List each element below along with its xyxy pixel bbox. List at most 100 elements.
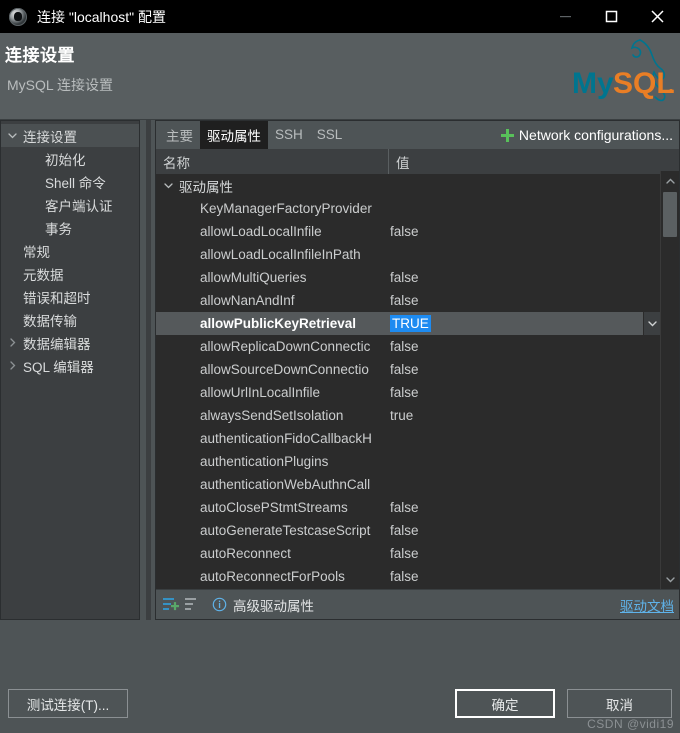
sidebar-item-6[interactable]: 元数据 (1, 262, 139, 285)
scrollbar-thumb[interactable] (663, 192, 677, 237)
close-button[interactable] (634, 0, 680, 33)
window-controls (542, 0, 680, 33)
table-row[interactable]: autoReconnect false (156, 542, 661, 565)
chevron-right-icon[interactable] (1, 360, 23, 371)
table-row[interactable]: allowLoadLocalInfileInPath (156, 243, 661, 266)
plus-icon (500, 128, 514, 142)
sidebar-item-label: 元数据 (23, 267, 64, 283)
table-row[interactable]: allowMultiQueries false (156, 266, 661, 289)
table-row[interactable]: allowPublicKeyRetrieval TRUE (156, 312, 661, 335)
property-name: autoReconnect (200, 546, 291, 561)
table-row[interactable]: KeyManagerFactoryProvider (156, 197, 661, 220)
property-name: allowNanAndInf (200, 293, 295, 308)
table-row[interactable]: alwaysSendSetIsolation true (156, 404, 661, 427)
sidebar-item-8[interactable]: 数据传输 (1, 308, 139, 331)
value-dropdown-button[interactable] (643, 312, 661, 335)
sidebar-item-7[interactable]: 错误和超时 (1, 285, 139, 308)
driver-properties-panel: 主要 驱动属性 SSH SSL Network configurations..… (155, 120, 680, 620)
cancel-button[interactable]: 取消 (567, 689, 672, 718)
table-row[interactable]: autoReconnectForPools false (156, 565, 661, 588)
scroll-down-button[interactable] (661, 569, 679, 589)
sidebar-item-5[interactable]: 常规 (1, 239, 139, 262)
svg-text:SQL: SQL (613, 67, 675, 100)
add-property-icon[interactable] (160, 594, 182, 616)
chevron-down-icon[interactable] (1, 130, 23, 141)
sidebar-item-0[interactable]: 连接设置 (1, 124, 139, 147)
tab-driver-properties[interactable]: 驱动属性 (200, 121, 268, 150)
column-header-value[interactable]: 值 (389, 152, 679, 172)
sidebar-item-label: 数据编辑器 (23, 336, 91, 352)
property-name: KeyManagerFactoryProvider (200, 201, 372, 216)
dialog-banner: 连接设置 MySQL 连接设置 My SQL (0, 33, 680, 120)
tab-main[interactable]: 主要 (159, 121, 200, 150)
sidebar-item-label: 事务 (45, 221, 72, 237)
tab-ssh[interactable]: SSH (268, 123, 310, 147)
scroll-up-button[interactable] (661, 171, 679, 191)
sidebar-item-label: 客户端认证 (45, 198, 113, 214)
property-value[interactable]: false (390, 270, 661, 285)
table-row[interactable]: autoGenerateTestcaseScript false (156, 519, 661, 542)
dialog-content: 连接设置 初始化 Shell 命令 客户端认证事务常规元数据错误和超时数据传输数据编辑… (0, 120, 680, 620)
test-connection-button[interactable]: 测试连接(T)... (8, 689, 128, 718)
property-name: allowLoadLocalInfileInPath (200, 247, 361, 262)
sidebar-scrollbar[interactable] (146, 120, 151, 620)
sidebar-item-9[interactable]: 数据编辑器 (1, 331, 139, 354)
property-name: allowPublicKeyRetrieval (200, 316, 357, 331)
table-scrollbar[interactable] (660, 171, 679, 589)
table-row[interactable]: authenticationWebAuthnCall (156, 473, 661, 496)
properties-table[interactable]: 驱动属性 KeyManagerFactoryProvider allowLoadL… (156, 174, 661, 589)
property-name: authenticationFidoCallbackH (200, 431, 372, 446)
driver-documentation-link[interactable]: 驱动文档 (620, 595, 674, 615)
info-icon[interactable] (208, 594, 230, 616)
property-value[interactable]: false (390, 362, 661, 377)
column-header-name[interactable]: 名称 (156, 152, 388, 172)
property-value[interactable]: false (390, 523, 661, 538)
sidebar-item-label: 错误和超时 (23, 290, 91, 306)
property-name: allowReplicaDownConnectic (200, 339, 371, 354)
property-value-editor[interactable]: TRUE (390, 315, 431, 332)
table-row[interactable]: allowUrlInLocalInfile false (156, 381, 661, 404)
advanced-driver-properties-label: 高级驱动属性 (233, 598, 314, 614)
table-row[interactable]: authenticationFidoCallbackH (156, 427, 661, 450)
sidebar-item-3[interactable]: 客户端认证 (1, 193, 139, 216)
settings-tree[interactable]: 连接设置 初始化 Shell 命令 客户端认证事务常规元数据错误和超时数据传输数据编辑… (0, 120, 140, 620)
table-row[interactable]: allowNanAndInf false (156, 289, 661, 312)
property-name: autoClosePStmtStreams (200, 500, 348, 515)
network-configurations-label: Network configurations... (518, 127, 673, 143)
table-row[interactable]: allowSourceDownConnectio false (156, 358, 661, 381)
sidebar-item-4[interactable]: 事务 (1, 216, 139, 239)
property-value[interactable]: false (390, 500, 661, 515)
property-value[interactable]: true (390, 408, 661, 423)
property-value[interactable]: TRUE (390, 315, 661, 332)
table-row[interactable]: authenticationPlugins (156, 450, 661, 473)
minimize-button[interactable] (542, 0, 588, 33)
tab-ssl[interactable]: SSL (310, 123, 350, 147)
sidebar-item-label: Shell 命令 (45, 175, 106, 191)
page-subtitle: MySQL 连接设置 (7, 77, 114, 93)
watermark: CSDN @vidi19 (587, 717, 674, 731)
property-value[interactable]: false (390, 546, 661, 561)
property-value[interactable]: false (390, 339, 661, 354)
table-row[interactable]: allowReplicaDownConnectic false (156, 335, 661, 358)
table-row[interactable]: autoClosePStmtStreams false (156, 496, 661, 519)
sidebar-item-2[interactable]: Shell 命令 (1, 170, 139, 193)
connection-settings-dialog: 连接 "localhost" 配置 连接设置 MySQL 连接设置 My SQL (0, 0, 680, 733)
property-value[interactable]: false (390, 385, 661, 400)
property-value[interactable]: false (390, 224, 661, 239)
property-value[interactable]: false (390, 569, 661, 584)
chevron-right-icon[interactable] (1, 337, 23, 348)
ok-button[interactable]: 确定 (455, 689, 555, 718)
remove-property-icon[interactable] (182, 594, 204, 616)
table-row[interactable]: allowLoadLocalInfile false (156, 220, 661, 243)
window-title: 连接 "localhost" 配置 (37, 8, 166, 25)
property-group-row[interactable]: 驱动属性 (156, 174, 661, 197)
tab-bar: 主要 驱动属性 SSH SSL Network configurations..… (156, 121, 679, 150)
chevron-down-icon[interactable] (163, 180, 179, 191)
maximize-button[interactable] (588, 0, 634, 33)
sidebar-item-1[interactable]: 初始化 (1, 147, 139, 170)
network-configurations-link[interactable]: Network configurations... (500, 121, 673, 149)
sidebar-item-10[interactable]: SQL 编辑器 (1, 354, 139, 377)
sidebar-item-label: SQL 编辑器 (23, 359, 94, 375)
property-name: autoGenerateTestcaseScript (200, 523, 371, 538)
property-value[interactable]: false (390, 293, 661, 308)
